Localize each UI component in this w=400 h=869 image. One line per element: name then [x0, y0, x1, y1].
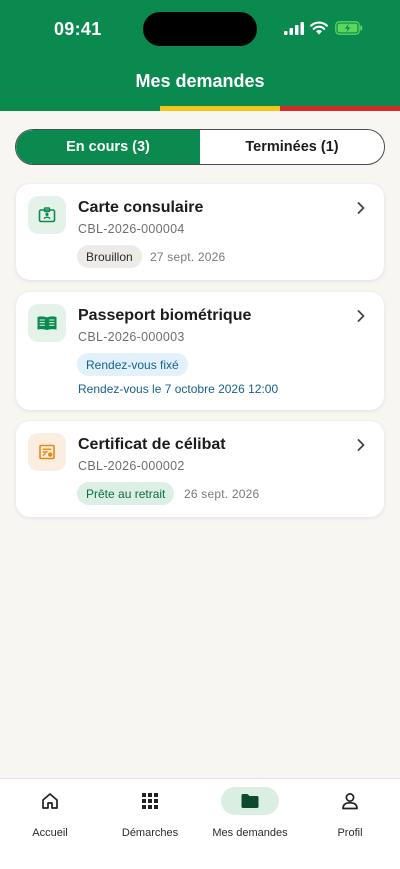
request-title: Passeport biométrique	[78, 307, 252, 324]
nav-label: Profil	[337, 827, 363, 839]
request-card-carte-consulaire[interactable]: Carte consulaire CBL-2026-000004 Brouill…	[16, 184, 384, 280]
status-badge: Brouillon	[77, 245, 142, 268]
bottom-nav: Accueil Démarches Mes demandes Profil	[0, 778, 400, 869]
tab-en-cours[interactable]: En cours (3)	[16, 130, 200, 164]
flag-stripe-red	[280, 106, 400, 111]
request-card-passeport[interactable]: Passeport biométrique CBL-2026-000003 Re…	[16, 292, 384, 410]
user-icon	[321, 787, 379, 815]
certificate-icon	[28, 433, 66, 471]
flag-stripe-yellow	[160, 106, 280, 111]
nav-label: Accueil	[32, 827, 68, 839]
request-reference: CBL-2026-000003	[78, 330, 185, 344]
nav-item-accueil[interactable]: Accueil	[0, 787, 100, 841]
request-reference: CBL-2026-000002	[78, 459, 185, 473]
request-reference: CBL-2026-000004	[78, 222, 185, 236]
chevron-right-icon	[357, 439, 365, 451]
status-badge: Prête au retrait	[77, 482, 175, 505]
appointment-info: Rendez-vous le 7 octobre 2026 12:00	[78, 382, 279, 396]
request-date: 26 sept. 2026	[184, 487, 260, 501]
folder-icon	[221, 787, 279, 815]
status-time: 09:41	[54, 19, 102, 39]
nav-label: Démarches	[121, 827, 179, 839]
status-badge: Rendez-vous fixé	[77, 353, 188, 376]
battery-charging-icon	[335, 21, 363, 35]
request-card-certificat-celibat[interactable]: Certificat de célibat CBL-2026-000002 Pr…	[16, 421, 384, 517]
passport-book-icon	[28, 304, 66, 342]
dynamic-island	[143, 12, 257, 46]
request-title: Certificat de célibat	[78, 436, 226, 453]
nav-label: Mes demandes	[212, 827, 288, 839]
id-card-icon	[28, 196, 66, 234]
segmented-tabs: En cours (3) Terminées (1)	[15, 129, 385, 165]
tab-terminees[interactable]: Terminées (1)	[200, 130, 384, 164]
wifi-icon	[310, 21, 328, 35]
nav-item-demarches[interactable]: Démarches	[100, 787, 200, 841]
signal-icon	[284, 22, 304, 35]
chevron-right-icon	[357, 202, 365, 214]
nav-item-mes-demandes[interactable]: Mes demandes	[200, 787, 300, 841]
status-bar: 09:41	[0, 0, 400, 58]
home-icon	[21, 787, 79, 815]
app-header: 09:41 Mes demandes	[0, 0, 400, 111]
grid-icon	[121, 787, 179, 815]
request-title: Carte consulaire	[78, 199, 204, 216]
chevron-right-icon	[357, 310, 365, 322]
page-title: Mes demandes	[135, 71, 265, 91]
nav-item-profil[interactable]: Profil	[300, 787, 400, 841]
request-date: 27 sept. 2026	[150, 250, 226, 264]
